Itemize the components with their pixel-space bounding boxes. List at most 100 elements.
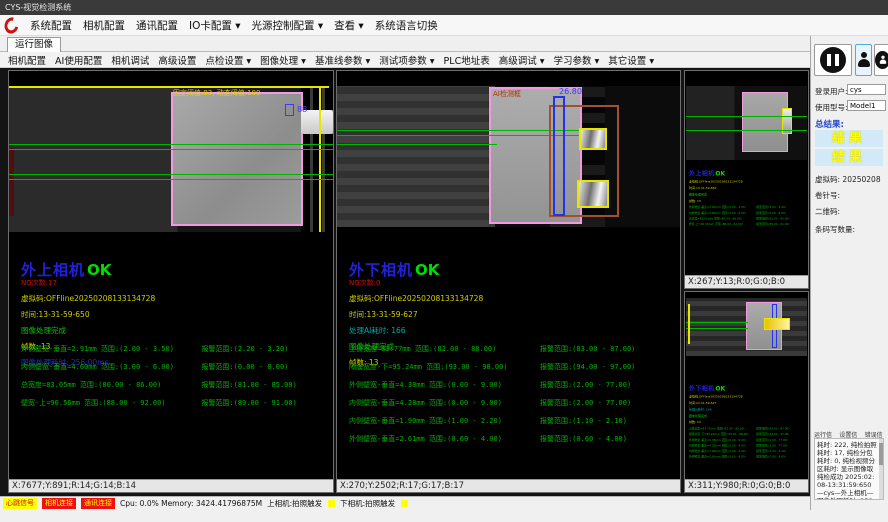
tool-camera-config[interactable]: 相机配置 [8, 53, 46, 67]
measure-text: 隔膜宽度-下=95.24mm 范围:(93.00 - 98.00) [349, 362, 540, 372]
measurement-row: 上极宽度=83.77mm 范围:(82.00 - 88.00)报警范围:(83.… [349, 344, 678, 354]
scrollbar[interactable] [879, 439, 883, 499]
menu-camera-config[interactable]: 相机配置 [83, 18, 125, 33]
measure-text: 总宽度=83.05mm 范围:(80.00 - 86.00) [21, 380, 201, 390]
pause-icon [820, 47, 846, 73]
result-box-upper: 结果 [815, 130, 883, 147]
model-input[interactable] [847, 100, 886, 111]
measurement-row: 总宽度=83.05mm 范围:(80.00 - 86.00)报警范围:(81.0… [21, 380, 332, 390]
run-info-log[interactable]: 耗时: 222, 纯检拍照耗时: 17, 纯检分包耗时: 0, 纯检视频分区耗时… [814, 438, 884, 500]
yellow-guide-line-vertical [688, 304, 690, 344]
measurement-row: 外侧壁宽-垂直=4.38mm 范围:(0.00 - 9.00)报警范围:(2.0… [349, 380, 678, 390]
app-logo-icon [2, 14, 21, 36]
thumbnail-image[interactable] [686, 86, 807, 160]
measurement-row: 外侧壁宽-垂直=2.91mm 范围:(2.00 - 3.50)报警范围:(2.2… [21, 344, 332, 354]
virtual-code: 虚拟码:OFFline20250208133134728 [689, 179, 805, 183]
process-done-text: 图像处理完成 [21, 325, 329, 336]
capture-time: 时间:13-31-59-627 [689, 401, 805, 405]
measurement-list: 外侧壁宽-垂直=2.91mm 范围:(2.00 - 3.50)报警范围:(2.2… [21, 344, 332, 416]
measure-line [9, 174, 333, 175]
menu-view[interactable]: 查看 ▾ [334, 18, 364, 33]
sidebar: → 登录用户: 使用型号: 总结果: 结果 结果 虚拟码: 20250208 卷… [810, 36, 888, 510]
tool-ai-usage-config[interactable]: AI使用配置 [55, 53, 102, 67]
login-user-label: 登录用户: [815, 86, 848, 97]
tool-advanced-settings[interactable]: 高级设置 [158, 53, 196, 67]
tool-test-params[interactable]: 测试项参数 ▾ [379, 53, 434, 67]
tab-run-image[interactable]: 运行图像 [7, 37, 61, 52]
tool-plc-address[interactable]: PLC地址表 [444, 53, 490, 67]
thumbnail-view-outer-lower: 外下相机OK 虚拟码:OFFline20250208133134728 时间:1… [684, 291, 809, 493]
measure-text: 外侧壁宽-垂直=2.61mm 范围:(0.60 - 4.00) [689, 455, 756, 459]
alarm-range: 报警范围:(81.00 - 85.00) [201, 380, 332, 390]
process-done-text: 图像处理完成 [689, 192, 805, 196]
measure-text: 内侧壁宽-垂直=4.60mm 范围:(3.00 - 6.00) [21, 362, 201, 372]
measure-text: 总宽度=83.05mm 范围:(80.00 - 86.00) [689, 217, 756, 221]
machine-bands [337, 86, 495, 227]
tab-highlight-box [764, 318, 790, 330]
virtual-code-value: 20250208 [842, 175, 880, 184]
pixel-coords-readout: X:270;Y:2502;R:17;G:17;B:17 [337, 479, 680, 492]
pixel-coords-readout: X:311;Y:980;R:0;G:0;B:0 [685, 479, 808, 492]
process-done-text: 图像处理完成 [689, 414, 805, 418]
thumbnail-view-outer-upper: 外上相机OK 虚拟码:OFFline20250208133134728 时间:1… [684, 70, 809, 289]
ai-box-label: AI检测框 [493, 89, 521, 99]
camera-view-outer-upper: 固定阈值:93, 动态阈值:100 88 外上相机OK NG次数:17 虚拟码:… [8, 70, 334, 493]
menu-comm-config[interactable]: 通讯配置 [136, 18, 178, 33]
alarm-range: 报警范围:(0.00 - 8.00) [756, 211, 805, 215]
operator-button[interactable] [855, 44, 872, 76]
result-ok-badge: OK [715, 385, 725, 392]
tool-learning-params[interactable]: 学习参数 ▾ [554, 53, 600, 67]
menu-io-config[interactable]: IO卡配置 ▾ [189, 18, 240, 33]
person-circle-icon [875, 51, 888, 69]
menu-system-config[interactable]: 系统配置 [30, 18, 72, 33]
pixel-coords-readout: X:267;Y:13;R:0;G:0;B:0 [685, 275, 808, 288]
status-bar: 心跳信号 相机连接 通讯连接 Cpu: 0.0% Memory: 3424.41… [0, 496, 810, 510]
camera-title: 外下相机 [349, 261, 413, 279]
toolbar: 相机配置 AI使用配置 相机调试 高级设置 点检设置 ▾ 图像处理 ▾ 基准线参… [0, 52, 810, 68]
tab-highlight-box [579, 128, 607, 150]
tool-spot-check[interactable]: 点检设置 ▾ [205, 53, 251, 67]
account-button[interactable] [874, 44, 888, 76]
measure-line [686, 116, 807, 117]
window-titlebar[interactable]: CYS-视觉检测系统 [0, 0, 888, 15]
login-user-input[interactable] [847, 84, 886, 95]
lower-camera-trigger: 下相机:拍照触发 [340, 498, 395, 509]
virtual-code: 虚拟码:OFFline20250208133134728 [689, 394, 805, 398]
result-ok-badge: OK [415, 261, 439, 279]
measurement-list: 上极宽度=83.77mm 范围:(82.00 - 88.00)报警范围:(83.… [349, 344, 678, 452]
yellow-guide-line-vertical [319, 86, 321, 232]
needle-number-label: 卷针号: [815, 190, 840, 201]
virtual-code-caption: 虚拟码: [815, 175, 840, 184]
window-title: CYS-视觉检测系统 [5, 3, 71, 12]
tool-other-settings[interactable]: 其它设置 ▾ [608, 53, 654, 67]
camera-title: 外上相机 [21, 261, 85, 279]
camera-image-outer-upper[interactable]: 固定阈值:93, 动态阈值:100 88 [9, 86, 333, 232]
capture-time: 时间:13-31-59-650 [689, 186, 805, 190]
pixel-coords-readout: X:7677;Y:891;R:14;G:14;B:14 [9, 479, 333, 492]
camera-image-outer-lower[interactable]: AI检测框 26.80 [337, 86, 680, 227]
measure-text: 上极宽度=83.77mm 范围:(82.00 - 88.00) [689, 427, 756, 431]
measure-line [9, 144, 333, 145]
cpu-memory-readout: Cpu: 0.0% Memory: 3424.41796875M [120, 499, 262, 508]
qr-code-label: 二维码: [815, 206, 840, 217]
measure-line [686, 130, 807, 131]
thumbnail-image[interactable] [686, 298, 807, 356]
product-roi-box [171, 92, 303, 226]
alarm-range: 报警范围:(0.60 - 4.00) [756, 455, 805, 459]
tool-image-processing[interactable]: 图像处理 ▾ [260, 53, 306, 67]
tool-baseline-params[interactable]: 基准线参数 ▾ [315, 53, 370, 67]
capture-time: 时间:13-31-59-627 [349, 309, 675, 320]
menu-language-switch[interactable]: 系统语言切换 [375, 18, 438, 33]
ai-elapsed: 处理AI耗时: 166 [689, 407, 805, 411]
comm-connect-badge: 通讯连接 [81, 498, 115, 509]
tool-advanced-debug[interactable]: 高级调试 ▾ [499, 53, 545, 67]
measure-text: 隔膜宽度-下=95.24mm 范围:(93.00 - 98.00) [689, 432, 756, 436]
tool-camera-debug[interactable]: 相机调试 [111, 53, 149, 67]
result-box-lower: 结果 [815, 149, 883, 166]
camera-title: 外上相机 [689, 170, 715, 177]
virtual-code-label: 虚拟码: 20250208 [815, 174, 881, 185]
pause-button[interactable] [814, 44, 852, 76]
measurement-row: 隔膜宽度-下=95.24mm 范围:(93.00 - 98.00)报警范围:(9… [349, 362, 678, 372]
camera-view-outer-lower: AI检测框 26.80 外下相机OK NG次数:0 虚拟码:OFFline202… [336, 70, 681, 493]
menu-light-config[interactable]: 光源控制配置 ▾ [251, 18, 323, 33]
